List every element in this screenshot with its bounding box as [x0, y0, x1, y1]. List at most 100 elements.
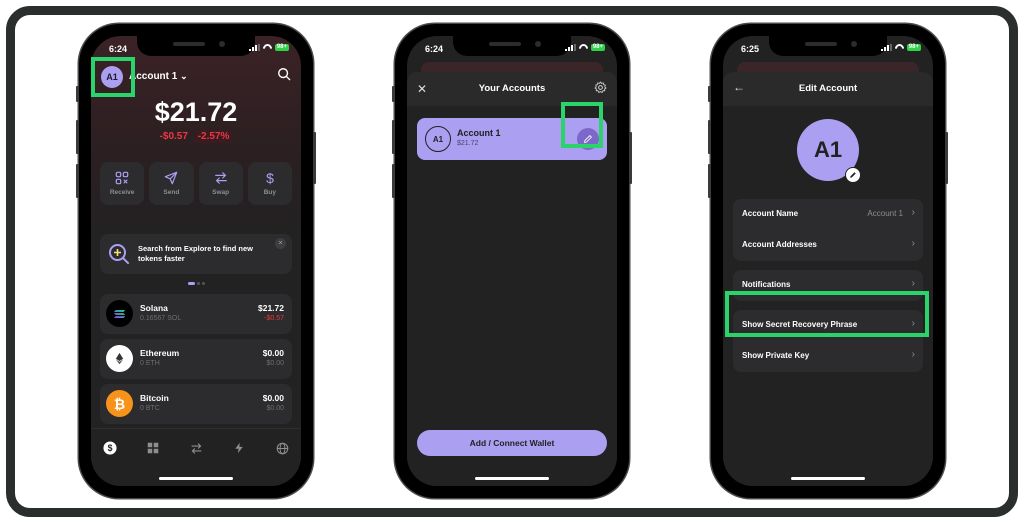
collectibles-grid-icon — [147, 442, 159, 454]
search-icon[interactable] — [277, 67, 291, 81]
phone-edit-account: 6:25 98+ ← Edit Account A1 Account Name … — [708, 24, 948, 498]
token-name: Bitcoin — [140, 393, 169, 403]
token-value: $0.00 — [262, 393, 284, 403]
change-amount: -$0.57 — [159, 131, 188, 142]
bottom-tab-bar: $ — [91, 428, 301, 486]
settings-group-account: Account Name Account 1 › Account Address… — [733, 199, 923, 261]
solana-icon — [106, 300, 133, 327]
sheet-header: ✕ Your Accounts — [407, 72, 617, 106]
gear-icon[interactable] — [594, 81, 607, 94]
avatar-initials: A1 — [813, 137, 843, 162]
wifi-icon — [263, 44, 272, 51]
signal-icon — [248, 44, 260, 51]
account-avatar-large[interactable]: A1 — [797, 119, 861, 183]
status-time: 6:24 — [425, 44, 444, 54]
tab-wallet[interactable]: $ — [101, 439, 119, 457]
token-row-solana[interactable]: Solana 0.16567 SOL $21.72 -$0.57 — [100, 294, 292, 334]
swap-button[interactable]: Swap — [198, 162, 243, 205]
total-balance: $21.72 — [154, 97, 238, 127]
account-switcher[interactable]: Account 1 ⌄ — [129, 71, 188, 82]
promo-text: Search from Explore to find new tokens f… — [138, 244, 254, 263]
buy-label: Buy — [263, 189, 277, 196]
account-balance: $21.72 — [457, 140, 479, 147]
svg-text:$: $ — [108, 443, 113, 453]
sheet-header: ← Edit Account — [723, 72, 933, 106]
promo-banner[interactable]: Search from Explore to find new tokens f… — [100, 234, 292, 274]
tab-activity[interactable] — [230, 439, 248, 457]
tab-explore[interactable] — [273, 439, 291, 457]
highlight-secret-recovery-phrase — [725, 291, 929, 337]
token-value: $0.00 — [262, 348, 284, 358]
battery-icon: 98+ — [590, 44, 605, 51]
power-button — [945, 132, 948, 184]
token-amount: 0 BTC — [140, 405, 160, 412]
balance-change: -$0.57 -2.57% — [91, 130, 301, 143]
swap-icon — [214, 172, 227, 184]
sheet-title: Edit Account — [798, 83, 858, 94]
row-account-name[interactable]: Account Name Account 1 › — [733, 199, 923, 230]
row-account-addresses[interactable]: Account Addresses › — [733, 230, 923, 261]
tab-swap[interactable] — [187, 439, 205, 457]
token-value: $21.72 — [258, 303, 284, 313]
row-label: Show Private Key — [742, 351, 810, 360]
token-amount: 0.16567 SOL — [140, 315, 182, 322]
mute-switch — [76, 86, 79, 102]
token-change: $0.00 — [266, 405, 284, 412]
account-name: Account 1 — [129, 71, 178, 82]
chevron-right-icon: › — [911, 238, 915, 249]
status-bar: 6:24 98+ — [91, 36, 301, 58]
mute-switch — [708, 86, 711, 102]
row-show-private-key[interactable]: Show Private Key › — [733, 341, 923, 372]
home-indicator — [475, 477, 549, 480]
pencil-icon — [850, 172, 856, 178]
volume-up-button — [708, 120, 711, 154]
token-row-ethereum[interactable]: Ethereum 0 ETH $0.00 $0.00 — [100, 339, 292, 379]
signal-icon — [880, 44, 892, 51]
status-time: 6:25 — [741, 44, 760, 54]
swap-arrows-icon — [191, 442, 201, 454]
row-label: Account Name — [742, 209, 799, 218]
qr-code-icon — [115, 171, 129, 185]
swap-label: Swap — [212, 189, 230, 196]
svg-text:$: $ — [266, 171, 274, 185]
chevron-right-icon: › — [911, 349, 915, 360]
volume-up-button — [76, 120, 79, 154]
volume-down-button — [392, 164, 395, 198]
receive-button[interactable]: Receive — [100, 162, 145, 205]
volume-down-button — [708, 164, 711, 198]
edit-account-sheet: ← Edit Account A1 Account Name Account 1… — [723, 72, 933, 486]
send-icon — [165, 171, 178, 185]
action-buttons: Receive Send Swap $ Buy — [100, 162, 292, 205]
battery-icon: 98+ — [906, 44, 921, 51]
row-value: Account 1 — [867, 209, 903, 218]
phone-wallet-home: 6:24 98+ A1 Account 1 ⌄ $21.72 -$0.57 -2… — [76, 24, 316, 498]
send-label: Send — [163, 189, 180, 196]
change-percent: -2.57% — [194, 130, 233, 143]
chevron-right-icon: › — [911, 207, 915, 218]
send-button[interactable]: Send — [149, 162, 194, 205]
tab-collectibles[interactable] — [144, 439, 162, 457]
close-icon[interactable]: × — [275, 238, 286, 249]
phone-your-accounts: 6:24 98+ ✕ Your Accounts A1 Account 1 $2… — [392, 24, 632, 498]
status-bar: 6:25 98+ — [723, 36, 933, 58]
screen: 6:25 98+ ← Edit Account A1 Account Name … — [723, 36, 933, 486]
add-connect-wallet-button[interactable]: Add / Connect Wallet — [417, 430, 607, 456]
wifi-icon — [579, 44, 588, 51]
token-change: -$0.57 — [264, 315, 284, 322]
dollar-icon: $ — [266, 171, 274, 185]
power-button — [629, 132, 632, 184]
account-name: Account 1 — [457, 128, 501, 138]
ethereum-icon — [106, 345, 133, 372]
token-name: Solana — [140, 303, 168, 313]
wifi-icon — [895, 44, 904, 51]
token-row-bitcoin[interactable]: ₿ Bitcoin 0 BTC $0.00 $0.00 — [100, 384, 292, 424]
signal-icon — [564, 44, 576, 51]
buy-button[interactable]: $ Buy — [247, 162, 292, 205]
edit-avatar-button[interactable] — [845, 167, 861, 183]
sheet-title: Your Accounts — [478, 83, 546, 94]
highlight-avatar — [91, 57, 135, 97]
screen: 6:24 98+ A1 Account 1 ⌄ $21.72 -$0.57 -2… — [91, 36, 301, 486]
chevron-right-icon: › — [911, 278, 915, 289]
power-button — [313, 132, 316, 184]
token-change: $0.00 — [266, 360, 284, 367]
